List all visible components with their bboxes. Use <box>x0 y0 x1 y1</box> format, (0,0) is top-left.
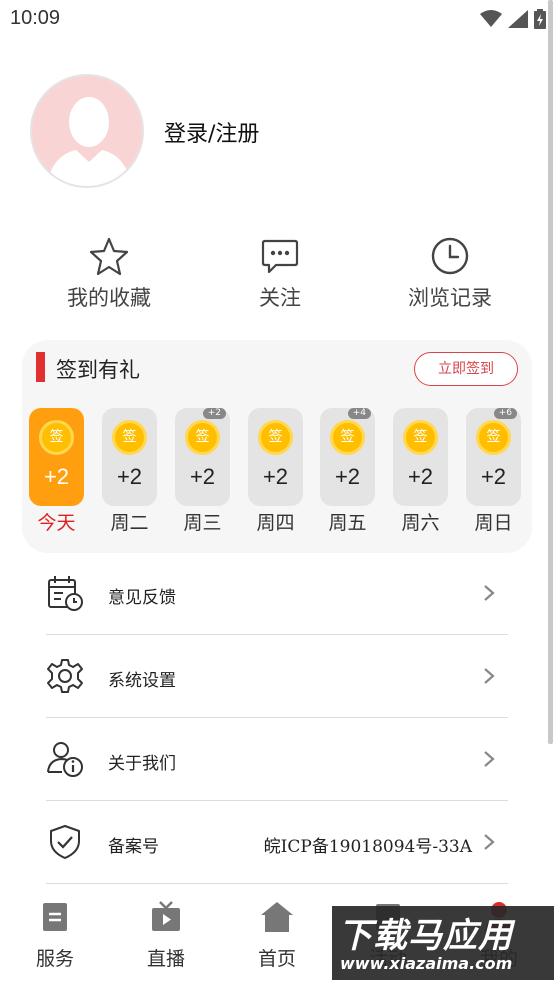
signin-now-button[interactable]: 立即签到 <box>414 352 518 386</box>
history-link[interactable]: 浏览记录 <box>375 236 525 312</box>
day-box: 签 +2 <box>248 408 303 506</box>
quick-links: 我的收藏 关注 浏览记录 <box>0 236 554 316</box>
tab-service[interactable]: 服务 <box>20 900 90 971</box>
tab-label: 首页 <box>257 948 296 970</box>
bonus-badge: +6 <box>493 408 517 419</box>
user-info-icon <box>47 742 83 777</box>
watermark-url: www.xiazaima.com <box>340 954 513 973</box>
day-box: 签 +2 <box>102 408 157 506</box>
day-label: 周二 <box>110 512 149 534</box>
bonus-badge: +2 <box>202 408 226 419</box>
menu-item-icp[interactable]: 备案号 皖ICP备19018094号-33A <box>46 801 508 884</box>
day-label: 今天 <box>37 512 76 534</box>
day-points: +2 <box>116 464 143 489</box>
card-accent-bar <box>36 352 45 382</box>
day-box: +6 签 +2 <box>466 408 521 506</box>
status-bar: 10:09 <box>0 0 554 40</box>
history-label: 浏览记录 <box>408 286 492 310</box>
day-label: 周四 <box>256 512 295 534</box>
chevron-right-icon <box>484 834 495 850</box>
default-avatar-icon <box>46 97 132 186</box>
day-points: +2 <box>43 464 70 489</box>
tab-home[interactable]: 首页 <box>242 900 312 971</box>
clock-icon <box>431 237 469 275</box>
signin-day-today[interactable]: 签 +2 今天 <box>29 408 84 535</box>
day-points: +2 <box>480 464 507 489</box>
menu-item-about[interactable]: 关于我们 <box>46 718 508 801</box>
coin-icon: 签 <box>330 420 365 455</box>
follow-label: 关注 <box>259 286 301 310</box>
settings-menu: 意见反馈 系统设置 关于我们 备案号 皖ICP备19018094号-33A <box>46 552 508 884</box>
menu-label: 关于我们 <box>108 754 176 774</box>
day-label: 周六 <box>401 512 440 534</box>
coin-icon: 签 <box>403 420 438 455</box>
tab-label: 直播 <box>146 948 185 970</box>
day-label: 周日 <box>474 512 513 534</box>
day-label: 周三 <box>183 512 222 534</box>
icp-number: 皖ICP备19018094号-33A <box>263 837 472 857</box>
avatar[interactable] <box>30 74 144 188</box>
calendar-clock-icon <box>48 576 83 611</box>
signin-day-fri[interactable]: +4 签 +2 周五 <box>320 408 375 535</box>
coin-icon: 签 <box>185 420 220 455</box>
signin-title: 签到有礼 <box>56 358 140 382</box>
document-icon <box>43 903 67 931</box>
wifi-icon <box>480 10 502 27</box>
chevron-right-icon <box>484 668 495 684</box>
day-points: +2 <box>334 464 361 489</box>
menu-label: 意见反馈 <box>108 588 176 608</box>
signin-day-tue[interactable]: 签 +2 周二 <box>102 408 157 535</box>
coin-icon: 签 <box>258 420 293 455</box>
chevron-right-icon <box>484 585 495 601</box>
signin-card: 签到有礼 立即签到 签 +2 今天 签 +2 周二 +2 签 +2 周三 签 +… <box>22 340 532 553</box>
coin-icon: 签 <box>476 420 511 455</box>
star-icon <box>89 237 129 276</box>
signin-day-sun[interactable]: +6 签 +2 周日 <box>466 408 521 535</box>
coin-icon: 签 <box>112 420 147 455</box>
gear-icon <box>47 659 83 693</box>
battery-icon <box>534 9 546 29</box>
home-icon <box>261 902 293 932</box>
signin-day-wed[interactable]: +2 签 +2 周三 <box>175 408 230 535</box>
profile-header[interactable]: 登录/注册 <box>30 74 510 190</box>
day-points: +2 <box>407 464 434 489</box>
signin-day-sat[interactable]: 签 +2 周六 <box>393 408 448 535</box>
menu-label: 备案号 <box>108 837 159 857</box>
favorites-link[interactable]: 我的收藏 <box>34 236 184 312</box>
menu-item-feedback[interactable]: 意见反馈 <box>46 552 508 635</box>
day-points: +2 <box>262 464 289 489</box>
day-box: 签 +2 <box>29 408 84 506</box>
menu-label: 系统设置 <box>108 671 176 691</box>
status-time: 10:09 <box>10 7 61 29</box>
follow-link[interactable]: 关注 <box>205 236 355 312</box>
chevron-right-icon <box>484 751 495 767</box>
watermark-logo: 下载马应用 www.xiazaima.com <box>332 906 554 980</box>
shield-check-icon <box>50 825 80 859</box>
login-register-link[interactable]: 登录/注册 <box>164 116 259 148</box>
day-points: +2 <box>189 464 216 489</box>
watermark-title: 下载马应用 <box>338 916 513 956</box>
bonus-badge: +4 <box>347 408 371 419</box>
scrollbar[interactable] <box>548 0 553 744</box>
tv-icon <box>152 901 180 931</box>
tab-live[interactable]: 直播 <box>131 900 201 971</box>
signal-icon <box>508 10 528 28</box>
status-icons <box>480 8 546 30</box>
coin-icon: 签 <box>39 420 74 455</box>
signin-day-thu[interactable]: 签 +2 周四 <box>248 408 303 535</box>
day-box: +4 签 +2 <box>320 408 375 506</box>
message-icon <box>261 239 299 274</box>
day-box: 签 +2 <box>393 408 448 506</box>
tab-label: 服务 <box>35 948 74 970</box>
day-box: +2 签 +2 <box>175 408 230 506</box>
favorites-label: 我的收藏 <box>67 286 151 310</box>
menu-item-settings[interactable]: 系统设置 <box>46 635 508 718</box>
day-label: 周五 <box>328 512 367 534</box>
